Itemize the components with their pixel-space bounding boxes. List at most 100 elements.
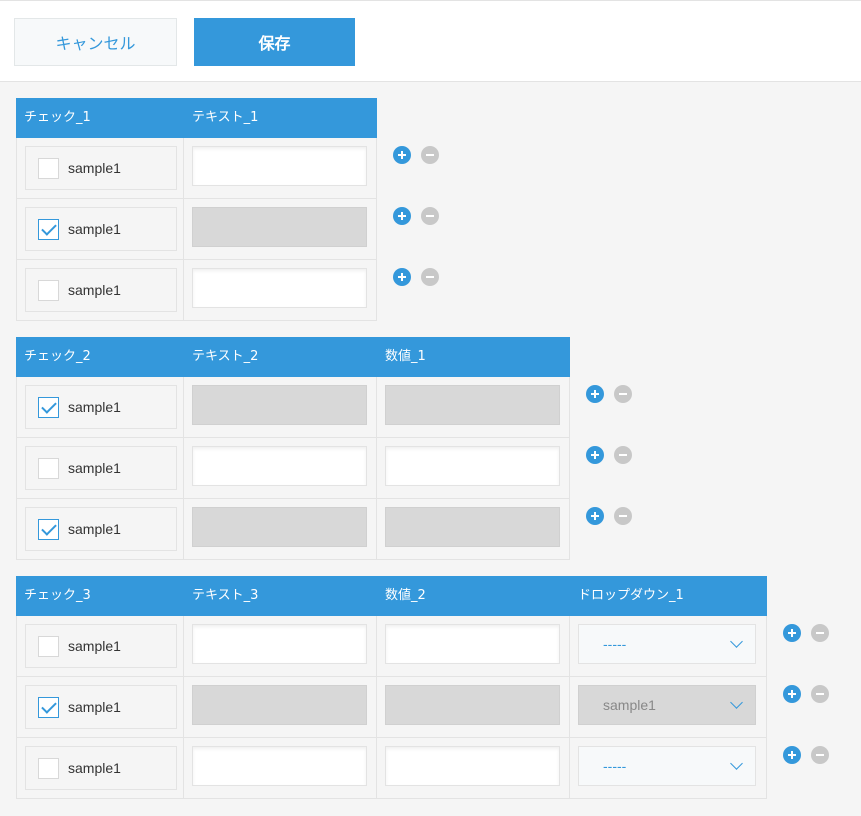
table-row: sample1 bbox=[16, 199, 377, 260]
table-row: sample1 ----- bbox=[16, 616, 767, 677]
text-field bbox=[192, 685, 367, 725]
column-header: チェック_1 bbox=[24, 110, 91, 125]
number-field bbox=[385, 507, 560, 547]
plus-circle-icon[interactable] bbox=[586, 446, 604, 464]
text-cell bbox=[184, 499, 377, 560]
plus-circle-icon[interactable] bbox=[393, 207, 411, 225]
text-field[interactable] bbox=[192, 268, 367, 308]
save-button[interactable]: 保存 bbox=[194, 18, 355, 66]
text-cell bbox=[184, 260, 377, 321]
plus-circle-icon[interactable] bbox=[393, 146, 411, 164]
number-cell bbox=[377, 377, 570, 438]
subtable-header: チェック_2 テキスト_2 数値_1 bbox=[16, 337, 570, 377]
checkbox-label: sample1 bbox=[68, 282, 121, 298]
checkbox-label: sample1 bbox=[68, 221, 121, 237]
minus-circle-icon[interactable] bbox=[614, 446, 632, 464]
column-header: テキスト_1 bbox=[192, 110, 259, 125]
checkbox-option[interactable]: sample1 bbox=[25, 624, 177, 668]
checkbox-cell: sample1 bbox=[16, 738, 184, 799]
dropdown-cell: ----- bbox=[570, 738, 767, 799]
text-field[interactable] bbox=[192, 146, 367, 186]
checkbox[interactable] bbox=[38, 457, 59, 479]
dropdown-cell: ----- bbox=[570, 616, 767, 677]
text-field[interactable] bbox=[192, 746, 367, 786]
plus-circle-icon[interactable] bbox=[393, 268, 411, 286]
plus-circle-icon[interactable] bbox=[586, 385, 604, 403]
text-cell bbox=[184, 138, 377, 199]
checkbox[interactable] bbox=[38, 157, 59, 179]
dropdown-value: sample1 bbox=[603, 697, 656, 713]
checkbox-checked[interactable] bbox=[38, 696, 59, 718]
minus-circle-icon[interactable] bbox=[614, 385, 632, 403]
table-row: sample1 bbox=[16, 260, 377, 321]
checkbox[interactable] bbox=[38, 635, 59, 657]
table-row: sample1 ----- bbox=[16, 738, 767, 799]
minus-circle-icon[interactable] bbox=[811, 685, 829, 703]
checkbox-checked[interactable] bbox=[38, 218, 59, 240]
number-field[interactable] bbox=[385, 446, 560, 486]
dropdown-select[interactable]: ----- bbox=[578, 624, 756, 664]
checkbox-checked[interactable] bbox=[38, 396, 59, 418]
text-cell bbox=[184, 738, 377, 799]
text-field[interactable] bbox=[192, 624, 367, 664]
checkbox-option[interactable]: sample1 bbox=[25, 685, 177, 729]
checkbox[interactable] bbox=[38, 279, 59, 301]
column-header: テキスト_3 bbox=[192, 588, 259, 603]
checkbox[interactable] bbox=[38, 757, 59, 779]
number-field[interactable] bbox=[385, 624, 560, 664]
minus-circle-icon[interactable] bbox=[811, 624, 829, 642]
text-field[interactable] bbox=[192, 446, 367, 486]
minus-circle-icon[interactable] bbox=[614, 507, 632, 525]
minus-circle-icon[interactable] bbox=[421, 207, 439, 225]
table-row: sample1 bbox=[16, 499, 570, 560]
table-row: sample1 bbox=[16, 138, 377, 199]
checkbox-option[interactable]: sample1 bbox=[25, 446, 177, 490]
checkbox-option[interactable]: sample1 bbox=[25, 268, 177, 312]
checkbox-option[interactable]: sample1 bbox=[25, 507, 177, 551]
text-cell bbox=[184, 199, 377, 260]
subtable-header: チェック_1 テキスト_1 bbox=[16, 98, 377, 138]
checkbox-label: sample1 bbox=[68, 760, 121, 776]
checkbox-checked[interactable] bbox=[38, 518, 59, 540]
plus-circle-icon[interactable] bbox=[783, 685, 801, 703]
checkbox-option[interactable]: sample1 bbox=[25, 385, 177, 429]
number-field[interactable] bbox=[385, 746, 560, 786]
checkbox-cell: sample1 bbox=[16, 677, 184, 738]
checkbox-option[interactable]: sample1 bbox=[25, 746, 177, 790]
number-field bbox=[385, 385, 560, 425]
checkbox-option[interactable]: sample1 bbox=[25, 146, 177, 190]
dropdown-select[interactable]: ----- bbox=[578, 746, 756, 786]
cancel-button[interactable]: キャンセル bbox=[14, 18, 177, 66]
text-cell bbox=[184, 677, 377, 738]
table-row: sample1 bbox=[16, 438, 570, 499]
number-cell bbox=[377, 499, 570, 560]
checkbox-label: sample1 bbox=[68, 460, 121, 476]
text-field bbox=[192, 385, 367, 425]
chevron-down-icon bbox=[730, 757, 743, 770]
text-cell bbox=[184, 377, 377, 438]
text-cell bbox=[184, 616, 377, 677]
plus-circle-icon[interactable] bbox=[783, 746, 801, 764]
table-row: sample1 sample1 bbox=[16, 677, 767, 738]
column-header: チェック_2 bbox=[24, 349, 91, 364]
plus-circle-icon[interactable] bbox=[586, 507, 604, 525]
minus-circle-icon[interactable] bbox=[421, 268, 439, 286]
dropdown-select: sample1 bbox=[578, 685, 756, 725]
subtable-header: チェック_3 テキスト_3 数値_2 ドロップダウン_1 bbox=[16, 576, 767, 616]
minus-circle-icon[interactable] bbox=[811, 746, 829, 764]
checkbox-cell: sample1 bbox=[16, 499, 184, 560]
checkbox-option[interactable]: sample1 bbox=[25, 207, 177, 251]
number-cell bbox=[377, 438, 570, 499]
checkbox-label: sample1 bbox=[68, 699, 121, 715]
dropdown-value: ----- bbox=[603, 636, 627, 652]
checkbox-label: sample1 bbox=[68, 399, 121, 415]
dropdown-value: ----- bbox=[603, 758, 627, 774]
checkbox-cell: sample1 bbox=[16, 138, 184, 199]
number-cell bbox=[377, 677, 570, 738]
text-field bbox=[192, 207, 367, 247]
plus-circle-icon[interactable] bbox=[783, 624, 801, 642]
table-row: sample1 bbox=[16, 377, 570, 438]
chevron-down-icon bbox=[730, 635, 743, 648]
checkbox-label: sample1 bbox=[68, 638, 121, 654]
minus-circle-icon[interactable] bbox=[421, 146, 439, 164]
